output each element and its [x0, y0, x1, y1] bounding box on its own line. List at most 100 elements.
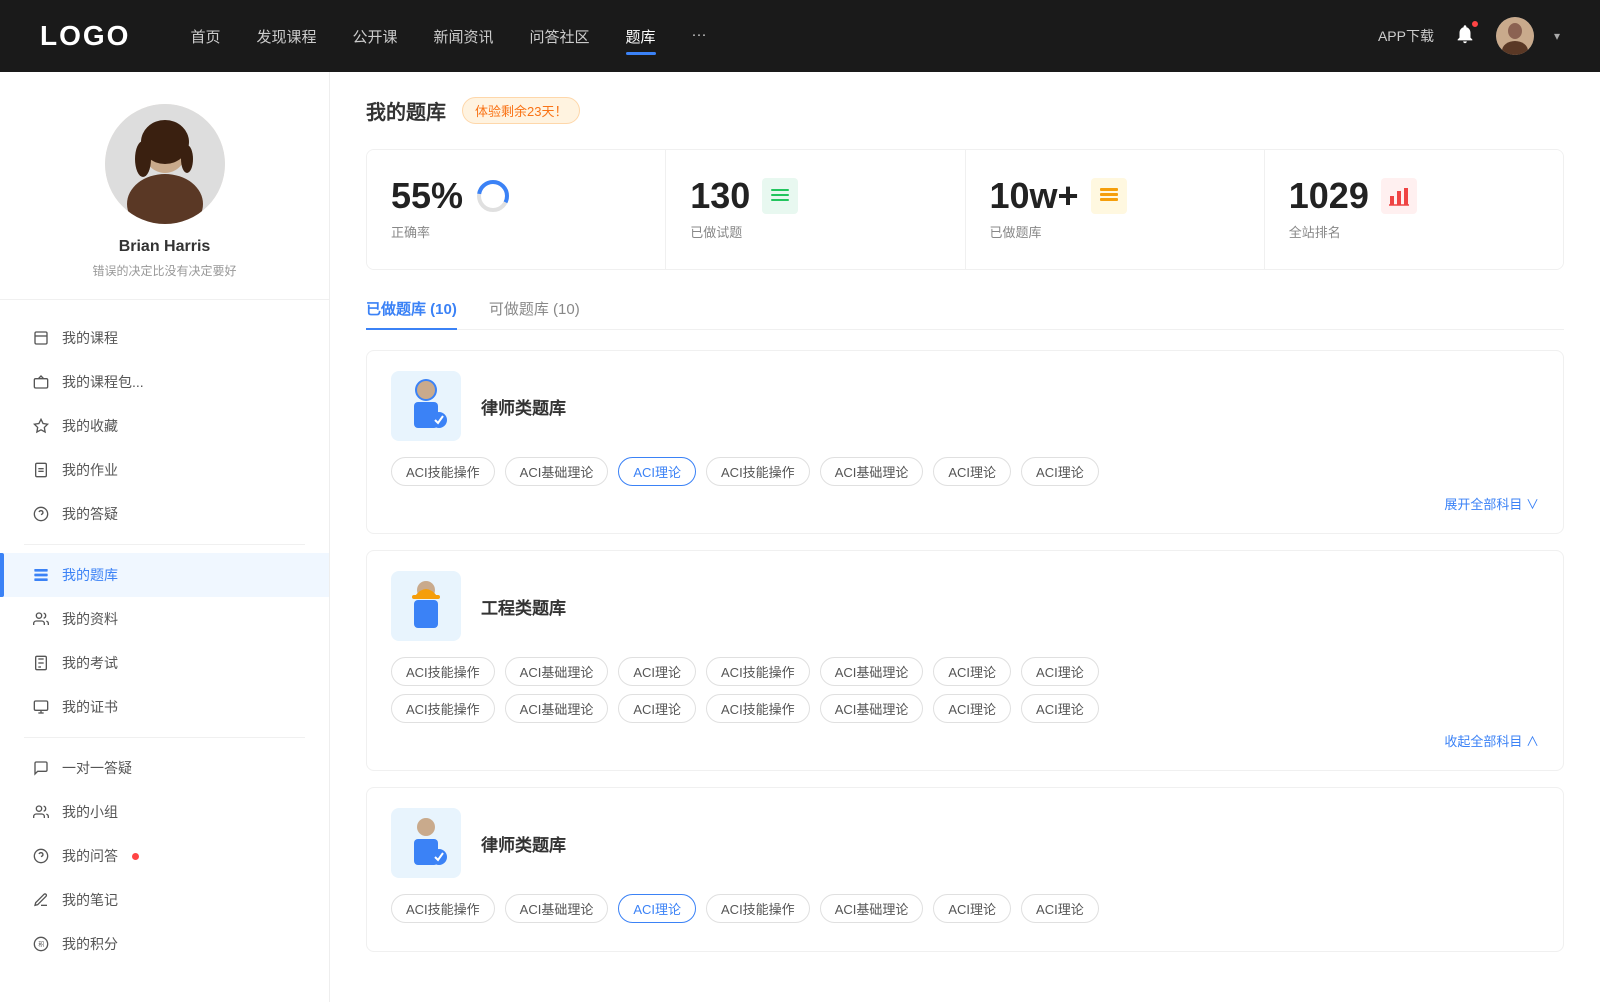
tag-2-6[interactable]: ACI理论: [1021, 657, 1099, 686]
page-header: 我的题库 体验剩余23天！: [366, 96, 1564, 125]
tag-2-5[interactable]: ACI理论: [933, 657, 1011, 686]
tab-available[interactable]: 可做题库 (10): [489, 298, 580, 329]
nav-home[interactable]: 首页: [190, 22, 220, 51]
tab-done[interactable]: 已做题库 (10): [366, 298, 457, 329]
tag-1-6[interactable]: ACI理论: [1021, 457, 1099, 486]
tag-2b-2[interactable]: ACI理论: [618, 694, 696, 723]
question-circle-icon: [32, 505, 50, 523]
sidebar-item-homework[interactable]: 我的作业: [0, 448, 329, 492]
sidebar-item-qbank-label: 我的题库: [62, 565, 118, 585]
donut-chart-icon: [475, 178, 511, 214]
nav-news[interactable]: 新闻资讯: [434, 22, 494, 51]
avatar: [105, 104, 225, 224]
tag-3-1[interactable]: ACI基础理论: [505, 894, 609, 923]
top-nav: LOGO 首页 发现课程 公开课 新闻资讯 问答社区 题库 ··· APP下载 …: [0, 0, 1600, 72]
sidebar-item-cert[interactable]: 我的证书: [0, 685, 329, 729]
qbank-tags-3: ACI技能操作 ACI基础理论 ACI理论 ACI技能操作 ACI基础理论 AC…: [391, 894, 1539, 923]
tag-3-3[interactable]: ACI技能操作: [706, 894, 810, 923]
tag-3-4[interactable]: ACI基础理论: [820, 894, 924, 923]
sidebar-profile: Brian Harris 错误的决定比没有决定要好: [0, 72, 329, 300]
tabs-row: 已做题库 (10) 可做题库 (10): [366, 298, 1564, 330]
tag-1-2[interactable]: ACI理论: [618, 457, 696, 486]
expand-btn-1[interactable]: 展开全部科目 ∨: [391, 494, 1539, 513]
tag-2b-3[interactable]: ACI技能操作: [706, 694, 810, 723]
tag-2b-6[interactable]: ACI理论: [1021, 694, 1099, 723]
tag-2-3[interactable]: ACI技能操作: [706, 657, 810, 686]
user-menu-chevron[interactable]: ▾: [1554, 29, 1560, 43]
nav-discover[interactable]: 发现课程: [256, 22, 316, 51]
sidebar-item-favorites[interactable]: 我的收藏: [0, 404, 329, 448]
stat-done-questions-value: 130: [690, 178, 750, 214]
tag-2b-5[interactable]: ACI理论: [933, 694, 1011, 723]
stat-accuracy-value: 55%: [391, 178, 463, 214]
sidebar-item-package[interactable]: 我的课程包...: [0, 360, 329, 404]
tag-2-0[interactable]: ACI技能操作: [391, 657, 495, 686]
stat-done-questions: 130 已做试题: [666, 150, 965, 269]
sidebar-item-course-label: 我的课程: [62, 328, 118, 348]
group-icon: [32, 803, 50, 821]
sidebar-item-qa-answer[interactable]: 我的答疑: [0, 492, 329, 536]
tag-2-1[interactable]: ACI基础理论: [505, 657, 609, 686]
stat-accuracy: 55% 正确率: [367, 150, 666, 269]
logo: LOGO: [40, 20, 130, 52]
sidebar-item-material[interactable]: 我的资料: [0, 597, 329, 641]
tag-3-0[interactable]: ACI技能操作: [391, 894, 495, 923]
page-title: 我的题库: [366, 96, 446, 125]
homework-icon: [32, 461, 50, 479]
stat-done-questions-label: 已做试题: [690, 222, 742, 241]
app-download-link[interactable]: APP下载: [1378, 26, 1434, 46]
sidebar-item-package-label: 我的课程包...: [62, 372, 144, 392]
tag-3-5[interactable]: ACI理论: [933, 894, 1011, 923]
tag-1-1[interactable]: ACI基础理论: [505, 457, 609, 486]
bar-chart-icon: [1381, 178, 1417, 214]
qbank-header-3: 律师类题库: [391, 808, 1539, 878]
nav-qbank[interactable]: 题库: [626, 22, 656, 51]
tag-2-2[interactable]: ACI理论: [618, 657, 696, 686]
material-icon: [32, 610, 50, 628]
sidebar-item-exam-label: 我的考试: [62, 653, 118, 673]
cert-icon: [32, 698, 50, 716]
tag-1-0[interactable]: ACI技能操作: [391, 457, 495, 486]
sidebar-item-points[interactable]: 积 我的积分: [0, 922, 329, 966]
tag-1-4[interactable]: ACI基础理论: [820, 457, 924, 486]
nav-links: 首页 发现课程 公开课 新闻资讯 问答社区 题库 ···: [190, 22, 1378, 51]
profile-name: Brian Harris: [119, 238, 211, 256]
sidebar-item-qbank[interactable]: 我的题库: [0, 553, 329, 597]
stat-done-banks-label: 已做题库: [990, 222, 1042, 241]
collapse-btn-2[interactable]: 收起全部科目 ∧: [391, 731, 1539, 750]
tag-2b-0[interactable]: ACI技能操作: [391, 694, 495, 723]
sidebar-item-my-qa-label: 我的问答: [62, 846, 118, 866]
main-layout: Brian Harris 错误的决定比没有决定要好 我的课程 我的课程包...: [0, 72, 1600, 1002]
nav-qa[interactable]: 问答社区: [530, 22, 590, 51]
qa-badge: [132, 853, 139, 860]
tag-2-4[interactable]: ACI基础理论: [820, 657, 924, 686]
list2-icon: [1091, 178, 1127, 214]
sidebar-item-qa-answer-label: 我的答疑: [62, 504, 118, 524]
tag-3-2[interactable]: ACI理论: [618, 894, 696, 923]
nav-more[interactable]: ···: [692, 22, 707, 51]
sidebar-item-material-label: 我的资料: [62, 609, 118, 629]
tag-1-5[interactable]: ACI理论: [933, 457, 1011, 486]
notification-bell[interactable]: [1454, 23, 1476, 50]
qbank-tags-1: ACI技能操作 ACI基础理论 ACI理论 ACI技能操作 ACI基础理论 AC…: [391, 457, 1539, 486]
tag-2b-4[interactable]: ACI基础理论: [820, 694, 924, 723]
sidebar-item-group[interactable]: 我的小组: [0, 790, 329, 834]
list-icon: [762, 178, 798, 214]
sidebar-item-my-qa[interactable]: 我的问答: [0, 834, 329, 878]
qbank-tags-2a: ACI技能操作 ACI基础理论 ACI理论 ACI技能操作 ACI基础理论 AC…: [391, 657, 1539, 686]
tag-1-3[interactable]: ACI技能操作: [706, 457, 810, 486]
stat-rank: 1029 全站排名: [1265, 150, 1563, 269]
sidebar-item-course[interactable]: 我的课程: [0, 316, 329, 360]
lawyer-icon-1: [391, 371, 461, 441]
package-icon: [32, 373, 50, 391]
exam-icon: [32, 654, 50, 672]
stat-rank-label: 全站排名: [1289, 222, 1341, 241]
sidebar-item-notes[interactable]: 我的笔记: [0, 878, 329, 922]
user-avatar[interactable]: [1496, 17, 1534, 55]
main-content: 我的题库 体验剩余23天！ 55% 正确率: [330, 72, 1600, 1002]
sidebar-item-one-on-one[interactable]: 一对一答疑: [0, 746, 329, 790]
tag-2b-1[interactable]: ACI基础理论: [505, 694, 609, 723]
sidebar-item-exam[interactable]: 我的考试: [0, 641, 329, 685]
tag-3-6[interactable]: ACI理论: [1021, 894, 1099, 923]
nav-open-course[interactable]: 公开课: [352, 22, 397, 51]
